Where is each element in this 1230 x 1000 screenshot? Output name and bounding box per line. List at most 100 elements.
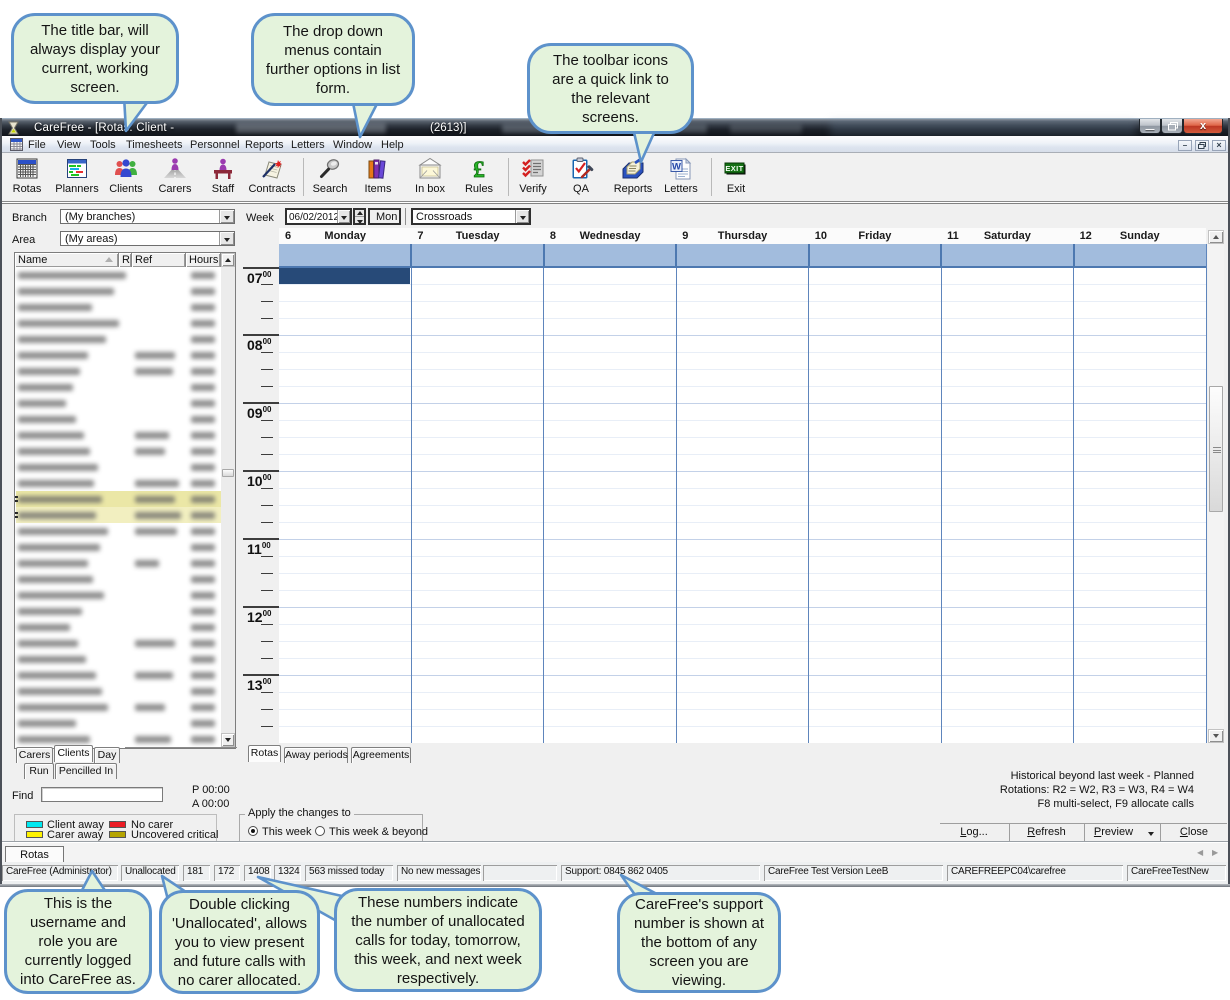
toolbar-exit-button[interactable]: EXIT Exit bbox=[710, 156, 762, 195]
status-unallocated[interactable]: Unallocated bbox=[121, 865, 179, 881]
callout-text-line: screen you are bbox=[649, 952, 748, 971]
maximize-button[interactable] bbox=[1161, 119, 1183, 134]
day-column-separator bbox=[1073, 268, 1074, 743]
grid-right-edge bbox=[1206, 244, 1207, 743]
menu-help[interactable]: Help bbox=[379, 138, 406, 152]
toolbar-label: QA bbox=[555, 183, 607, 195]
toolbar-label: Reports bbox=[607, 183, 659, 195]
toolbar-rules-button[interactable]: £Rules bbox=[453, 156, 505, 195]
preview-dropdown-button[interactable] bbox=[1142, 824, 1160, 841]
gutter-quarter-tick bbox=[261, 488, 273, 489]
hour-gridline bbox=[279, 607, 1206, 608]
note-0: Historical beyond last week - Planned bbox=[1011, 770, 1194, 782]
menu-tools[interactable]: Tools bbox=[88, 138, 118, 152]
callout-text-line: this week, and next week bbox=[354, 950, 522, 969]
callout-unallocated: Double clicking'Unallocated', allowsyou … bbox=[159, 890, 320, 994]
callout-text-line: These numbers indicate bbox=[358, 893, 518, 912]
menu-file[interactable]: File bbox=[26, 138, 48, 152]
day-column-separator bbox=[676, 268, 677, 743]
toolbar-rotas-button[interactable]: Rotas bbox=[1, 156, 53, 195]
toolbar-contracts-button[interactable]: Contracts bbox=[246, 156, 298, 195]
toolbar-clients-button[interactable]: Clients bbox=[100, 156, 152, 195]
hour-gridline bbox=[279, 539, 1206, 540]
callout-numbers: These numbers indicatethe number of unal… bbox=[334, 888, 542, 992]
gutter-quarter-tick bbox=[261, 318, 273, 319]
menu-window[interactable]: Window bbox=[331, 138, 374, 152]
rota-document-icon[interactable] bbox=[10, 138, 23, 151]
callout-text-line: the bottom of any bbox=[641, 933, 757, 952]
tab-rotas[interactable]: Rotas bbox=[5, 846, 64, 863]
close-button[interactable]: x bbox=[1183, 119, 1223, 134]
mdi-close-button[interactable]: × bbox=[1212, 140, 1226, 151]
band-separator bbox=[808, 244, 810, 268]
toolbar-search-button[interactable]: Search bbox=[304, 156, 356, 195]
tab-rotas[interactable]: Rotas bbox=[248, 745, 281, 762]
menu-personnel[interactable]: Personnel bbox=[188, 138, 242, 152]
menu-reports[interactable]: Reports bbox=[243, 138, 286, 152]
toolbar-label: Carers bbox=[149, 183, 201, 195]
grid-body[interactable] bbox=[279, 268, 1206, 743]
day-name-tuesday: Tuesday bbox=[411, 230, 543, 242]
callout-text-line: This is the bbox=[44, 894, 112, 913]
refresh-button[interactable]: Refresh bbox=[1010, 824, 1083, 841]
callout-text-line: The title bar, will bbox=[41, 21, 149, 40]
hour-gridline bbox=[279, 335, 1206, 336]
toolbar-reports-button[interactable]: Reports bbox=[607, 156, 659, 195]
callout-text-line: you to view present bbox=[175, 933, 304, 952]
minimize-button[interactable]: — bbox=[1139, 119, 1161, 134]
toolbar-label: Staff bbox=[197, 183, 249, 195]
toolbar-label: Rotas bbox=[1, 183, 53, 195]
tab-away-periods[interactable]: Away periods bbox=[284, 747, 348, 763]
status-1408: 1408 bbox=[244, 865, 271, 881]
svg-text:£: £ bbox=[473, 157, 485, 182]
hour-label-11: 1100 bbox=[247, 541, 271, 557]
selected-timeslot[interactable] bbox=[279, 268, 410, 284]
toolbar-label: Exit bbox=[710, 183, 762, 195]
status-563-missed-today: 563 missed today bbox=[305, 865, 393, 881]
tab-clients[interactable]: Clients bbox=[54, 745, 93, 762]
status-carefree-administrator-: CareFree (Administrator) bbox=[2, 865, 118, 881]
menu-letters[interactable]: Letters bbox=[289, 138, 327, 152]
preview-button[interactable]: Preview bbox=[1085, 824, 1142, 841]
app-icon bbox=[8, 121, 19, 135]
window-border-bottom bbox=[0, 884, 1230, 887]
grid-scrollbar[interactable] bbox=[1208, 230, 1224, 743]
gutter-quarter-tick bbox=[261, 505, 273, 506]
mdi-minimize-button[interactable]: – bbox=[1178, 140, 1192, 151]
hour-minutes: 00 bbox=[263, 270, 272, 279]
gutter-quarter-tick bbox=[261, 641, 273, 642]
scroll-down-button[interactable] bbox=[1208, 729, 1224, 743]
rota-week-grid[interactable]: 6Monday7Tuesday8Wednesday9Thursday10Frid… bbox=[2, 204, 1228, 842]
log-button[interactable]: Log... bbox=[940, 824, 1008, 841]
toolbar-verify-button[interactable]: Verify bbox=[507, 156, 559, 195]
mdi-restore-button[interactable] bbox=[1195, 140, 1209, 151]
glass-reflection bbox=[830, 120, 1136, 136]
menu-view[interactable]: View bbox=[55, 138, 83, 152]
toolbar-qa-button[interactable]: QA bbox=[555, 156, 607, 195]
toolbar-letters-button[interactable]: WLetters bbox=[655, 156, 707, 195]
scroll-up-button[interactable] bbox=[1208, 230, 1224, 244]
tab-agreements[interactable]: Agreements bbox=[351, 747, 411, 763]
scrollbar-thumb[interactable] bbox=[1209, 386, 1223, 512]
callout-text-line: The drop down bbox=[283, 22, 383, 41]
scroll-right-icon[interactable]: ▶ bbox=[1212, 848, 1218, 857]
toolbar-items-button[interactable]: Items bbox=[352, 156, 404, 195]
toolbar-in-box-button[interactable]: In box bbox=[404, 156, 456, 195]
toolbar-planners-button[interactable]: Planners bbox=[51, 156, 103, 195]
svg-text:EXIT: EXIT bbox=[725, 164, 743, 173]
scroll-left-icon[interactable]: ◀ bbox=[1197, 848, 1203, 857]
blurred-client-name bbox=[236, 123, 386, 133]
close-button[interactable]: Close bbox=[1161, 824, 1227, 841]
gutter-quarter-tick bbox=[261, 437, 273, 438]
callout-text-line: are a quick link to bbox=[552, 70, 669, 89]
status-181: 181 bbox=[183, 865, 210, 881]
callout-text-line: into CareFree as. bbox=[20, 970, 136, 989]
band-separator bbox=[675, 244, 677, 268]
toolbar-staff-button[interactable]: Staff bbox=[197, 156, 249, 195]
hour-label-08: 0800 bbox=[247, 337, 271, 353]
menu-timesheets[interactable]: Timesheets bbox=[124, 138, 184, 152]
items-icon bbox=[352, 156, 404, 182]
toolbar-carers-button[interactable]: Carers bbox=[149, 156, 201, 195]
status-172: 172 bbox=[214, 865, 240, 881]
quarter-gridline bbox=[279, 692, 1206, 693]
